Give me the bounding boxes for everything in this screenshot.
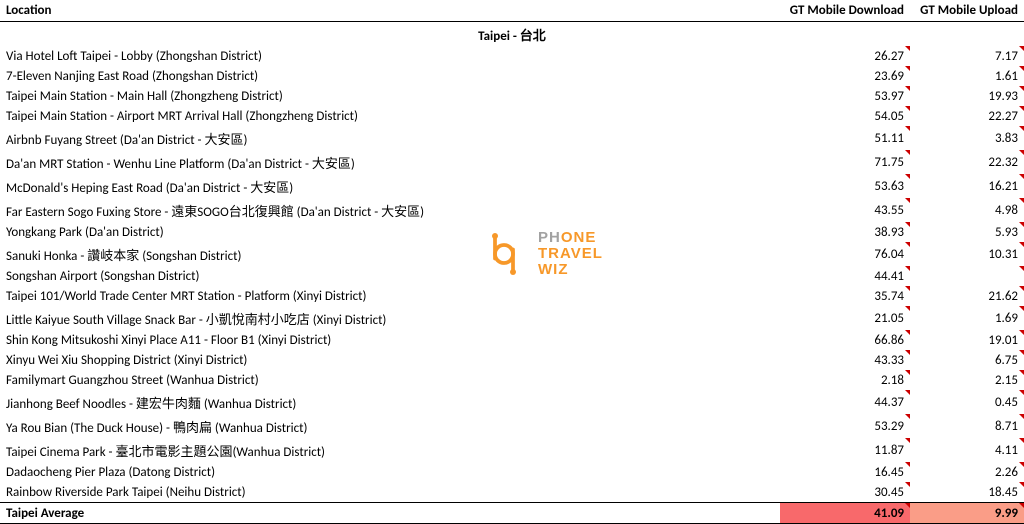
- table-row: Sanuki Honka - 讚岐本家 (Songshan District)7…: [0, 242, 1024, 266]
- cell-download: 53.29: [780, 414, 910, 438]
- avg-label: Taipei Average: [0, 503, 780, 524]
- cell-location: Far Eastern Sogo Fuxing Store - 遠東SOGO台北…: [0, 198, 780, 222]
- cell-location: Rainbow Riverside Park Taipei (Neihu Dis…: [0, 482, 780, 503]
- cell-location: Sanuki Honka - 讚岐本家 (Songshan District): [0, 242, 780, 266]
- cell-download: 54.05: [780, 106, 910, 126]
- table-row: Taipei Main Station - Airport MRT Arriva…: [0, 106, 1024, 126]
- cell-upload: 21.62: [910, 286, 1024, 306]
- table-row: Yongkang Park (Da'an District)38.935.93: [0, 222, 1024, 242]
- cell-upload: 7.17: [910, 46, 1024, 66]
- cell-download: 30.45: [780, 482, 910, 503]
- cell-location: 7-Eleven Nanjing East Road (Zhongshan Di…: [0, 66, 780, 86]
- table-row: Jianhong Beef Noodles - 建宏牛肉麵 (Wanhua Di…: [0, 390, 1024, 414]
- cell-location: Jianhong Beef Noodles - 建宏牛肉麵 (Wanhua Di…: [0, 390, 780, 414]
- cell-location: Taipei Main Station - Main Hall (Zhongzh…: [0, 86, 780, 106]
- cell-download: 11.87: [780, 438, 910, 462]
- cell-location: Via Hotel Loft Taipei - Lobby (Zhongshan…: [0, 46, 780, 66]
- cell-upload: 0.45: [910, 390, 1024, 414]
- cell-upload: [910, 266, 1024, 286]
- section-header-row: Taipei - 台北: [0, 22, 1024, 47]
- col-location: Location: [0, 0, 780, 22]
- cell-location: Shin Kong Mitsukoshi Xinyi Place A11 - F…: [0, 330, 780, 350]
- table-row: Da'an MRT Station - Wenhu Line Platform …: [0, 150, 1024, 174]
- cell-location: Songshan Airport (Songshan District): [0, 266, 780, 286]
- cell-upload: 2.15: [910, 370, 1024, 390]
- cell-download: 21.05: [780, 306, 910, 330]
- cell-location: Airbnb Fuyang Street (Da'an District - 大…: [0, 126, 780, 150]
- cell-download: 16.45: [780, 462, 910, 482]
- cell-download: 71.75: [780, 150, 910, 174]
- cell-location: Da'an MRT Station - Wenhu Line Platform …: [0, 150, 780, 174]
- table-row: Xinyu Wei Xiu Shopping District (Xinyi D…: [0, 350, 1024, 370]
- table-row: Ya Rou Bian (The Duck House) - 鴨肉扁 (Wanh…: [0, 414, 1024, 438]
- table-row: Shin Kong Mitsukoshi Xinyi Place A11 - F…: [0, 330, 1024, 350]
- section-title: Taipei - 台北: [0, 22, 1024, 47]
- cell-location: Little Kaiyue South Village Snack Bar - …: [0, 306, 780, 330]
- table-row: Rainbow Riverside Park Taipei (Neihu Dis…: [0, 482, 1024, 503]
- cell-download: 76.04: [780, 242, 910, 266]
- cell-location: Familymart Guangzhou Street (Wanhua Dist…: [0, 370, 780, 390]
- table-row: Taipei Main Station - Main Hall (Zhongzh…: [0, 86, 1024, 106]
- table-row: Via Hotel Loft Taipei - Lobby (Zhongshan…: [0, 46, 1024, 66]
- table-row: 7-Eleven Nanjing East Road (Zhongshan Di…: [0, 66, 1024, 86]
- cell-download: 51.11: [780, 126, 910, 150]
- cell-upload: 16.21: [910, 174, 1024, 198]
- cell-upload: 2.26: [910, 462, 1024, 482]
- cell-download: 53.97: [780, 86, 910, 106]
- table-row: Far Eastern Sogo Fuxing Store - 遠東SOGO台北…: [0, 198, 1024, 222]
- speed-test-table: Location GT Mobile Download GT Mobile Up…: [0, 0, 1024, 524]
- table-row: Songshan Airport (Songshan District)44.4…: [0, 266, 1024, 286]
- cell-upload: 5.93: [910, 222, 1024, 242]
- cell-upload: 10.31: [910, 242, 1024, 266]
- cell-download: 2.18: [780, 370, 910, 390]
- table-row: McDonald's Heping East Road (Da'an Distr…: [0, 174, 1024, 198]
- cell-location: Yongkang Park (Da'an District): [0, 222, 780, 242]
- cell-location: Xinyu Wei Xiu Shopping District (Xinyi D…: [0, 350, 780, 370]
- cell-download: 53.63: [780, 174, 910, 198]
- cell-download: 43.33: [780, 350, 910, 370]
- avg-upload: 9.99: [910, 503, 1024, 524]
- col-upload: GT Mobile Upload: [910, 0, 1024, 22]
- table-row: Taipei Cinema Park - 臺北市電影主題公園(Wanhua Di…: [0, 438, 1024, 462]
- table-row: Airbnb Fuyang Street (Da'an District - 大…: [0, 126, 1024, 150]
- cell-upload: 22.32: [910, 150, 1024, 174]
- cell-download: 66.86: [780, 330, 910, 350]
- cell-download: 43.55: [780, 198, 910, 222]
- cell-upload: 8.71: [910, 414, 1024, 438]
- cell-upload: 1.69: [910, 306, 1024, 330]
- average-row: Taipei Average41.099.99: [0, 503, 1024, 524]
- col-download: GT Mobile Download: [780, 0, 910, 22]
- cell-location: Taipei Main Station - Airport MRT Arriva…: [0, 106, 780, 126]
- cell-location: Dadaocheng Pier Plaza (Datong District): [0, 462, 780, 482]
- table-row: Little Kaiyue South Village Snack Bar - …: [0, 306, 1024, 330]
- cell-upload: 22.27: [910, 106, 1024, 126]
- cell-download: 35.74: [780, 286, 910, 306]
- cell-download: 23.69: [780, 66, 910, 86]
- avg-download: 41.09: [780, 503, 910, 524]
- cell-location: Taipei 101/World Trade Center MRT Statio…: [0, 286, 780, 306]
- cell-upload: 3.83: [910, 126, 1024, 150]
- table-row: Taipei 101/World Trade Center MRT Statio…: [0, 286, 1024, 306]
- cell-upload: 4.98: [910, 198, 1024, 222]
- cell-upload: 18.45: [910, 482, 1024, 503]
- cell-download: 26.27: [780, 46, 910, 66]
- cell-upload: 4.11: [910, 438, 1024, 462]
- cell-download: 44.41: [780, 266, 910, 286]
- cell-location: McDonald's Heping East Road (Da'an Distr…: [0, 174, 780, 198]
- table-header-row: Location GT Mobile Download GT Mobile Up…: [0, 0, 1024, 22]
- cell-upload: 6.75: [910, 350, 1024, 370]
- cell-download: 44.37: [780, 390, 910, 414]
- cell-upload: 1.61: [910, 66, 1024, 86]
- table-row: Dadaocheng Pier Plaza (Datong District)1…: [0, 462, 1024, 482]
- cell-upload: 19.01: [910, 330, 1024, 350]
- cell-upload: 19.93: [910, 86, 1024, 106]
- cell-location: Ya Rou Bian (The Duck House) - 鴨肉扁 (Wanh…: [0, 414, 780, 438]
- table-row: Familymart Guangzhou Street (Wanhua Dist…: [0, 370, 1024, 390]
- cell-location: Taipei Cinema Park - 臺北市電影主題公園(Wanhua Di…: [0, 438, 780, 462]
- cell-download: 38.93: [780, 222, 910, 242]
